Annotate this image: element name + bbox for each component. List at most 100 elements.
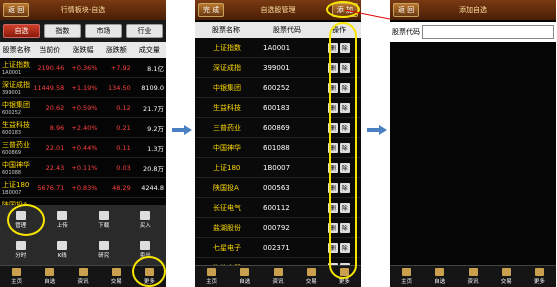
add-watchlist-screen: 返 回 添加自选 股票代码 主页 自选 资讯 交易 更多 [390,0,556,287]
tab-index[interactable]: 指数 [44,24,81,38]
cart-icon [435,268,445,276]
highlight-delete-column [329,22,357,279]
stock-price: 22.01 [45,143,65,152]
stock-volume: 20.8万 [143,164,164,173]
tab-market[interactable]: 市场 [85,24,122,38]
col-change: 涨跌额 [105,46,127,54]
shield-icon [306,268,316,276]
cart-icon [240,268,250,276]
stock-name: 上证180 [2,180,30,189]
quote-row[interactable]: 中国神华 601088 22.43 +0.11% 0.03 20.8万 [0,158,166,178]
home-icon [402,268,412,276]
stock-code: 601088 [2,169,22,176]
news-icon [78,268,88,276]
download-button[interactable]: 下载 [83,205,125,235]
quote-row[interactable]: 生益科技 600183 8.96 +2.40% 0.21 9.2万 [0,118,166,138]
research-button[interactable]: 研究 [83,235,125,265]
stock-volume: 21.7万 [143,104,164,113]
stock-name: 中银集团 [2,100,30,109]
tab-more[interactable]: 更多 [523,266,556,287]
stock-code: 600252 [2,109,22,116]
stock-code-input[interactable] [422,25,554,39]
stock-code: 600869 [2,149,22,156]
stock-pct: +0.83% [71,183,98,192]
title-bar: 返 回 行情板块-自选 [0,0,166,20]
back-button[interactable]: 返 回 [3,3,30,17]
tab-home[interactable]: 主页 [0,266,33,287]
stock-price: 8.96 [49,123,65,132]
upload-button[interactable]: 上传 [42,205,84,235]
quote-list: 上证指数 1A0001 2190.46 +0.36% +7.92 8.1亿 深证成指 3990… [0,58,166,218]
quote-row[interactable]: 上证指数 1A0001 2190.46 +0.36% +7.92 8.1亿 [0,58,166,78]
stock-price: 5676.71 [37,183,65,192]
stock-name: 上证180 [213,163,241,172]
stock-code: 600112 [263,203,290,212]
stock-code: 601088 [263,143,290,152]
highlight-more [132,256,166,287]
stock-volume: 9.2万 [147,124,164,133]
stock-name: 三普药业 [213,123,241,132]
tab-watchlist[interactable]: 自选 [3,24,40,38]
stock-name: 三普药业 [2,140,30,149]
news-icon [468,268,478,276]
stock-change: 48.29 [112,183,131,192]
tab-home[interactable]: 主页 [195,266,228,287]
stock-price: 11449.58 [33,83,65,92]
stock-change: +7.92 [110,63,131,72]
done-button[interactable]: 完 成 [198,3,225,17]
tab-news[interactable]: 资讯 [261,266,294,287]
back-button[interactable]: 返 回 [393,3,420,17]
tab-trade[interactable]: 交易 [100,266,133,287]
stock-name: 深证成指 [213,63,241,72]
shield-icon [111,268,121,276]
stock-change: 0.11 [116,143,131,152]
buy-button[interactable]: 买入 [125,205,167,235]
tab-watch[interactable]: 自选 [33,266,66,287]
quote-row[interactable]: 三普药业 600869 22.01 +0.44% 0.11 1.3万 [0,138,166,158]
stock-name: 上证指数 [2,60,30,69]
stock-code: 002371 [263,243,290,252]
news-icon [273,268,283,276]
tab-news[interactable]: 资讯 [66,266,99,287]
stock-code: 000792 [263,223,290,232]
buy-icon [140,211,151,220]
highlight-manage [7,204,45,236]
bottom-tabbar: 主页 自选 资讯 交易 更多 [390,265,556,287]
stock-name-cell: 三普药业 600869 [0,140,33,156]
stock-name: 陕国投A [213,183,239,192]
tab-watch[interactable]: 自选 [228,266,261,287]
quote-row[interactable]: 深证成指 399001 11449.58 +1.19% 134.50 8109.0 [0,78,166,98]
cart-icon [45,268,55,276]
stock-code: 600183 [2,129,22,136]
stock-code: 1A0001 [263,43,291,52]
tab-watch[interactable]: 自选 [423,266,456,287]
quote-row[interactable]: 上证180 1B0007 5676.71 +0.83% 48.29 4244.8 [0,178,166,198]
col-name: 股票名称 [212,26,240,34]
grid-icon [534,268,544,276]
stock-pct: +0.11% [71,163,98,172]
quote-row[interactable]: 中银集团 600252 20.62 +0.59% 0.12 21.7万 [0,98,166,118]
stock-price: 22.43 [45,163,65,172]
stock-name: 盐湖股份 [213,223,241,232]
timeshare-button[interactable]: 分时 [0,235,42,265]
stock-change: 0.03 [116,163,131,172]
stock-code: 600252 [263,83,290,92]
tab-industry[interactable]: 行业 [126,24,163,38]
kline-button[interactable]: K线 [42,235,84,265]
code-label: 股票代码 [392,28,420,36]
stock-code: 1A0001 [2,69,22,76]
home-icon [12,268,22,276]
stock-volume: 8109.0 [141,83,164,92]
stock-change: 0.12 [116,103,131,112]
quote-table-header: 股票名称 当前价 涨跌幅 涨跌额 成交量 [0,42,166,58]
download-icon [98,211,109,220]
stock-code: 600183 [263,103,290,112]
tab-home[interactable]: 主页 [390,266,423,287]
tab-news[interactable]: 资讯 [456,266,489,287]
stock-code: 1B0007 [2,189,22,196]
col-pct: 涨跌幅 [72,46,94,54]
tab-trade[interactable]: 交易 [490,266,523,287]
stock-name: 长征电气 [213,203,241,212]
stock-price: 2190.46 [37,63,65,72]
tab-trade[interactable]: 交易 [295,266,328,287]
